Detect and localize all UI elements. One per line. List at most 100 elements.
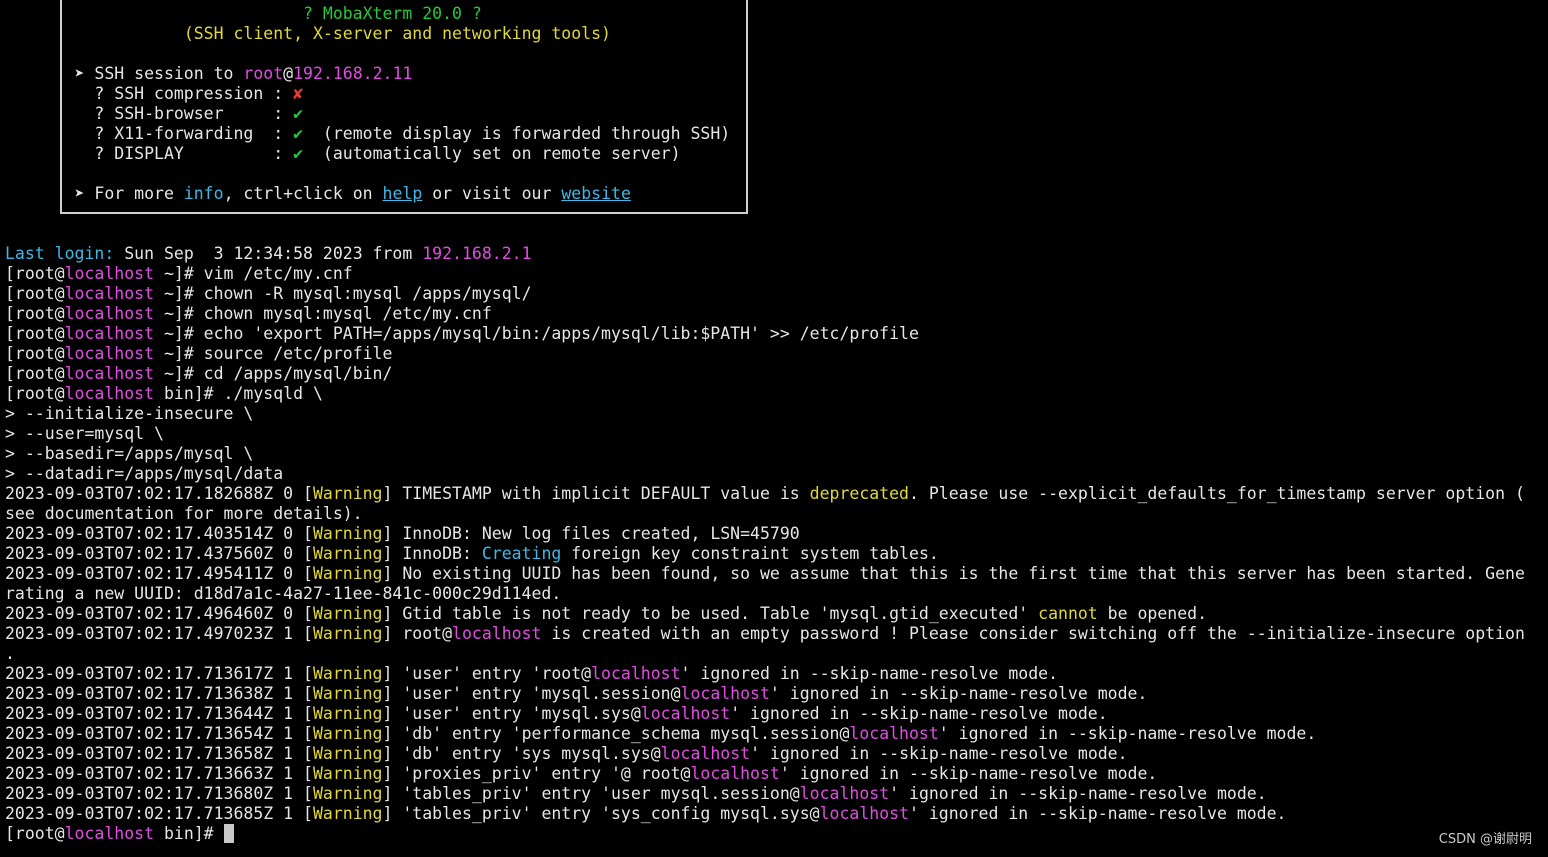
terminal-line: [root@localhost ~]# chown mysql:mysql /e… — [5, 304, 1545, 324]
terminal-text: Last login: — [5, 244, 115, 263]
terminal-text: localhost — [849, 724, 939, 743]
terminal-text: ] 'db' entry 'sys mysql.sys@ — [382, 744, 661, 763]
terminal-text: (SSH client, X-server and networking too… — [183, 24, 611, 43]
terminal-line: [root@localhost ~]# source /etc/profile — [5, 344, 1545, 364]
terminal-line: [root@localhost ~]# chown -R mysql:mysql… — [5, 284, 1545, 304]
terminal-text: localhost — [64, 384, 155, 403]
terminal-text: localhost — [64, 364, 155, 383]
terminal-text: Warning — [312, 624, 383, 643]
terminal-text: bin]# — [154, 824, 224, 843]
terminal-line: [root@localhost bin]# ./mysqld \ — [5, 384, 1545, 404]
terminal-text: ' ignored in --skip-name-resolve mode. — [769, 684, 1148, 703]
terminal-text: localhost — [64, 344, 155, 363]
terminal-text: [root@ — [5, 324, 65, 343]
terminal-text: ] 'user' entry 'root@ — [382, 664, 592, 683]
terminal-text: Warning — [312, 524, 383, 543]
terminal-text: ' ignored in --skip-name-resolve mode. — [909, 804, 1287, 823]
terminal-text: localhost — [680, 684, 770, 703]
terminal-text: [root@ — [5, 284, 65, 303]
terminal-line: > --user=mysql \ — [5, 424, 1545, 444]
terminal-text: deprecated — [809, 484, 909, 503]
terminal-line: 2023-09-03T07:02:17.713644Z 1 [Warning] … — [5, 704, 1545, 724]
terminal-line: 2023-09-03T07:02:17.495411Z 0 [Warning] … — [5, 564, 1545, 584]
terminal-text: ~]# chown mysql:mysql /etc/my.cnf — [154, 304, 492, 323]
terminal-text: > --initialize-insecure \ — [5, 404, 254, 423]
terminal-line: 2023-09-03T07:02:17.496460Z 0 [Warning] … — [5, 604, 1545, 624]
terminal-text: ~]# vim /etc/my.cnf — [154, 264, 353, 283]
terminal-text: [root@ — [5, 304, 65, 323]
terminal-text: @ — [283, 64, 294, 83]
terminal-text: (remote display is forwarded through SSH… — [303, 124, 731, 143]
terminal-text: localhost — [452, 624, 542, 643]
terminal-text: info — [183, 184, 224, 203]
terminal-text: ' ignored in --skip-name-resolve mode. — [680, 664, 1059, 683]
terminal-text: [root@ — [5, 264, 65, 283]
terminal-line: 2023-09-03T07:02:17.713658Z 1 [Warning] … — [5, 744, 1545, 764]
terminal-line: 2023-09-03T07:02:17.182688Z 0 [Warning] … — [5, 484, 1545, 504]
terminal-text: localhost — [64, 324, 155, 343]
terminal-line: ➤ For more info, ctrl+click on help or v… — [5, 184, 1545, 204]
terminal-line: ? MobaXterm 20.0 ? — [5, 4, 1545, 24]
terminal-text: 2023-09-03T07:02:17.713638Z 1 [ — [5, 684, 313, 703]
terminal-line: 2023-09-03T07:02:17.713663Z 1 [Warning] … — [5, 764, 1545, 784]
terminal-text: ' ignored in --skip-name-resolve mode. — [938, 724, 1317, 743]
terminal-text: ] Gtid table is not ready to be used. Ta… — [382, 604, 1039, 623]
terminal-text: localhost — [690, 764, 780, 783]
terminal-text: ✔ — [293, 144, 304, 163]
terminal-text: > --basedir=/apps/mysql \ — [5, 444, 254, 463]
terminal-text: is created with an empty password ! Plea… — [541, 624, 1525, 643]
terminal-text: ? MobaXterm 20.0 ? — [303, 4, 482, 23]
terminal-text: Warning — [312, 544, 383, 563]
terminal-text: Warning — [312, 784, 383, 803]
terminal-line: ➤ SSH session to root@192.168.2.11 — [5, 64, 1545, 84]
terminal-text: ? DISPLAY : — [5, 144, 294, 163]
terminal-text: or visit our — [422, 184, 562, 203]
terminal-text: 2023-09-03T07:02:17.497023Z 1 [ — [5, 624, 313, 643]
terminal-link[interactable]: website — [561, 184, 631, 203]
terminal-text: ] InnoDB: New log files created, LSN=457… — [382, 524, 800, 543]
terminal-line: see documentation for more details). — [5, 504, 1545, 524]
terminal-text: 2023-09-03T07:02:17.182688Z 0 [ — [5, 484, 313, 503]
terminal-text: 192.168.2.11 — [293, 64, 413, 83]
terminal-text: ] InnoDB: — [382, 544, 482, 563]
terminal-line: [root@localhost ~]# echo 'export PATH=/a… — [5, 324, 1545, 344]
terminal-text: localhost — [640, 704, 731, 723]
terminal-text: [root@ — [5, 364, 65, 383]
terminal-text: Warning — [312, 684, 383, 703]
terminal-line: ? SSH-browser : ✔ — [5, 104, 1545, 124]
terminal-text: localhost — [64, 824, 155, 843]
terminal-link[interactable]: help — [383, 184, 423, 203]
terminal-text: 192.168.2.1 — [422, 244, 532, 263]
terminal-text: > --user=mysql \ — [5, 424, 164, 443]
terminal-text: Warning — [312, 604, 383, 623]
terminal-text: ' ignored in --skip-name-resolve mode. — [889, 784, 1267, 803]
terminal-text: 2023-09-03T07:02:17.496460Z 0 [ — [5, 604, 313, 623]
terminal-text: localhost — [64, 304, 155, 323]
terminal-text: root — [243, 64, 284, 83]
terminal-text: 2023-09-03T07:02:17.713685Z 1 [ — [5, 804, 313, 823]
terminal-text: [root@ — [5, 824, 65, 843]
terminal-text: Warning — [312, 664, 383, 683]
terminal-text: . Please use --explicit_defaults_for_tim… — [909, 484, 1525, 503]
terminal-text: ' ignored in --skip-name-resolve mode. — [750, 744, 1128, 763]
terminal-line: 2023-09-03T07:02:17.497023Z 1 [Warning] … — [5, 624, 1545, 644]
terminal-text: bin]# ./mysqld \ — [154, 384, 323, 403]
terminal-text: Creating — [481, 544, 562, 563]
terminal-text: ' ignored in --skip-name-resolve mode. — [730, 704, 1108, 723]
terminal-text: [root@ — [5, 384, 65, 403]
terminal-text: Warning — [312, 744, 383, 763]
terminal-line: 2023-09-03T07:02:17.713685Z 1 [Warning] … — [5, 804, 1545, 824]
terminal-output[interactable]: ? MobaXterm 20.0 ? (SSH client, X-server… — [5, 4, 1545, 857]
terminal-line: [root@localhost bin]# — [5, 824, 1545, 844]
terminal-text: ? SSH compression : — [5, 84, 294, 103]
terminal-text: localhost — [64, 264, 155, 283]
terminal-text: Warning — [312, 564, 383, 583]
terminal-text: localhost — [660, 744, 751, 763]
terminal-text: ] 'tables_priv' entry 'user mysql.sessio… — [382, 784, 800, 803]
terminal-text: 2023-09-03T07:02:17.713680Z 1 [ — [5, 784, 313, 803]
terminal-text: Warning — [312, 804, 383, 823]
